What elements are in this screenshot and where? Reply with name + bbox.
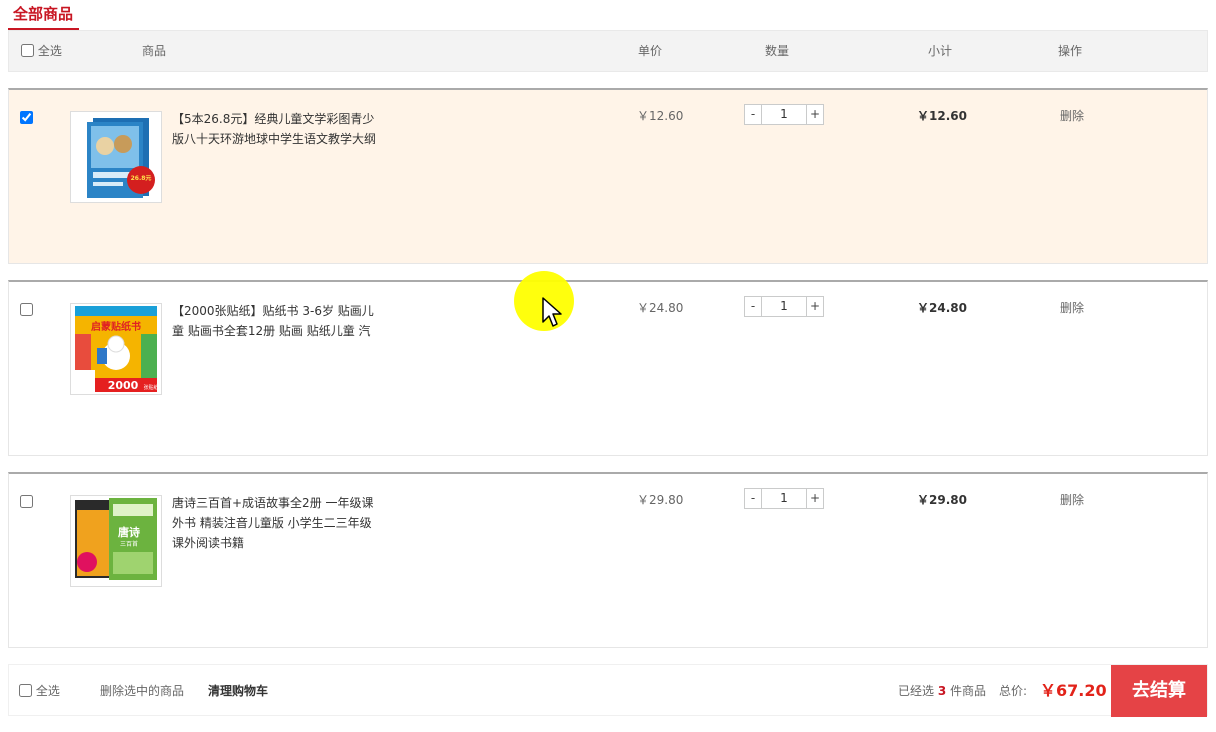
increase-button[interactable]: + (806, 105, 823, 124)
increase-button[interactable]: + (806, 297, 823, 316)
mouse-pointer-icon (542, 297, 562, 327)
checkout-button[interactable]: 去结算 (1111, 665, 1207, 717)
header-select-all-checkbox[interactable] (21, 44, 34, 57)
item-subtotal: ￥12.60 (917, 109, 967, 123)
unit-price: ￥12.60 (637, 109, 684, 123)
clear-cart-link[interactable]: 清理购物车 (208, 665, 268, 717)
cart-table-header: 全选 商品 单价 数量 小计 操作 (8, 30, 1208, 72)
product-title[interactable]: 唐诗三百首+成语故事全2册 一年级课外书 精装注音儿童版 小学生二三年级课外阅读… (172, 493, 382, 553)
cart-item: 26.8元 【5本26.8元】经典儿童文学彩图青少版八十天环游地球中学生语文教学… (8, 88, 1208, 264)
selected-count: 3 (937, 684, 947, 698)
selected-prefix: 已经选 (898, 684, 935, 698)
header-select-all-label: 全选 (37, 44, 62, 58)
selected-suffix: 件商品 (950, 684, 987, 698)
quantity-stepper[interactable]: - 1 + (744, 296, 824, 317)
decrease-button[interactable]: - (745, 297, 762, 316)
item-checkbox[interactable] (20, 111, 33, 124)
cart-item: 唐诗 三百首 唐诗三百首+成语故事全2册 一年级课外书 精装注音儿童版 小学生二… (8, 472, 1208, 648)
quantity-stepper[interactable]: - 1 + (744, 104, 824, 125)
header-subtotal: 小计 (928, 44, 953, 58)
cover-badge-text: 26.8元 (131, 175, 152, 182)
book-cover-image: 启蒙贴纸书 2000 张贴纸 (71, 304, 161, 394)
cart-item: 启蒙贴纸书 2000 张贴纸 【2000张贴纸】贴纸书 3-6岁 贴画儿童 贴画… (8, 280, 1208, 456)
decrease-button[interactable]: - (745, 489, 762, 508)
item-subtotal: ￥29.80 (917, 493, 967, 507)
header-goods: 商品 (142, 44, 167, 58)
total-label: 总价: (999, 684, 1028, 698)
unit-price: ￥24.80 (637, 301, 684, 315)
item-checkbox[interactable] (20, 495, 33, 508)
tab-all-goods[interactable]: 全部商品 (8, 0, 80, 30)
cover-head-text: 启蒙贴纸书 (91, 320, 141, 333)
increase-button[interactable]: + (806, 489, 823, 508)
cart-page: 全部商品 全选 商品 单价 数量 小计 操作 26.8元 【5本26.8元】经典… (0, 0, 1216, 732)
footer-select-all[interactable]: 全选 (19, 665, 60, 717)
product-title[interactable]: 【2000张贴纸】贴纸书 3-6岁 贴画儿童 贴画书全套12册 贴画 贴纸儿童 … (172, 301, 382, 341)
book-cover-image: 唐诗 三百首 (71, 496, 161, 586)
delete-button[interactable]: 删除 (1060, 491, 1084, 508)
product-title[interactable]: 【5本26.8元】经典儿童文学彩图青少版八十天环游地球中学生语文教学大纲 (172, 109, 382, 149)
delete-button[interactable]: 删除 (1060, 299, 1084, 316)
footer-select-all-label: 全选 (35, 684, 60, 698)
header-select-all[interactable]: 全选 (21, 31, 62, 71)
quantity-input[interactable]: 1 (762, 105, 806, 124)
product-image[interactable]: 唐诗 三百首 (70, 495, 162, 587)
quantity-stepper[interactable]: - 1 + (744, 488, 824, 509)
cover-label-text: 张贴纸 (143, 384, 158, 391)
selected-summary: 已经选 3 件商品 (898, 665, 986, 717)
header-price: 单价 (638, 44, 663, 58)
decrease-button[interactable]: - (745, 105, 762, 124)
delete-selected-link[interactable]: 删除选中的商品 (100, 665, 184, 717)
book-cover-image: 26.8元 (71, 112, 161, 202)
product-image[interactable]: 启蒙贴纸书 2000 张贴纸 (70, 303, 162, 395)
cart-footer-bar: 全选 删除选中的商品 清理购物车 已经选 3 件商品 总价: ￥67.20 去结… (8, 664, 1208, 717)
item-subtotal: ￥24.80 (917, 301, 967, 315)
cover-head-text: 唐诗 (118, 525, 140, 539)
header-action: 操作 (1058, 44, 1083, 58)
quantity-input[interactable]: 1 (762, 489, 806, 508)
header-quantity: 数量 (765, 44, 790, 58)
footer-select-all-checkbox[interactable] (19, 684, 32, 697)
total-price: ￥67.20 (1040, 681, 1107, 700)
delete-button[interactable]: 删除 (1060, 107, 1084, 124)
product-image[interactable]: 26.8元 (70, 111, 162, 203)
cover-sub-text: 三百首 (120, 540, 138, 548)
unit-price: ￥29.80 (637, 493, 684, 507)
item-checkbox[interactable] (20, 303, 33, 316)
quantity-input[interactable]: 1 (762, 297, 806, 316)
cover-badge-text: 2000 (108, 379, 139, 392)
